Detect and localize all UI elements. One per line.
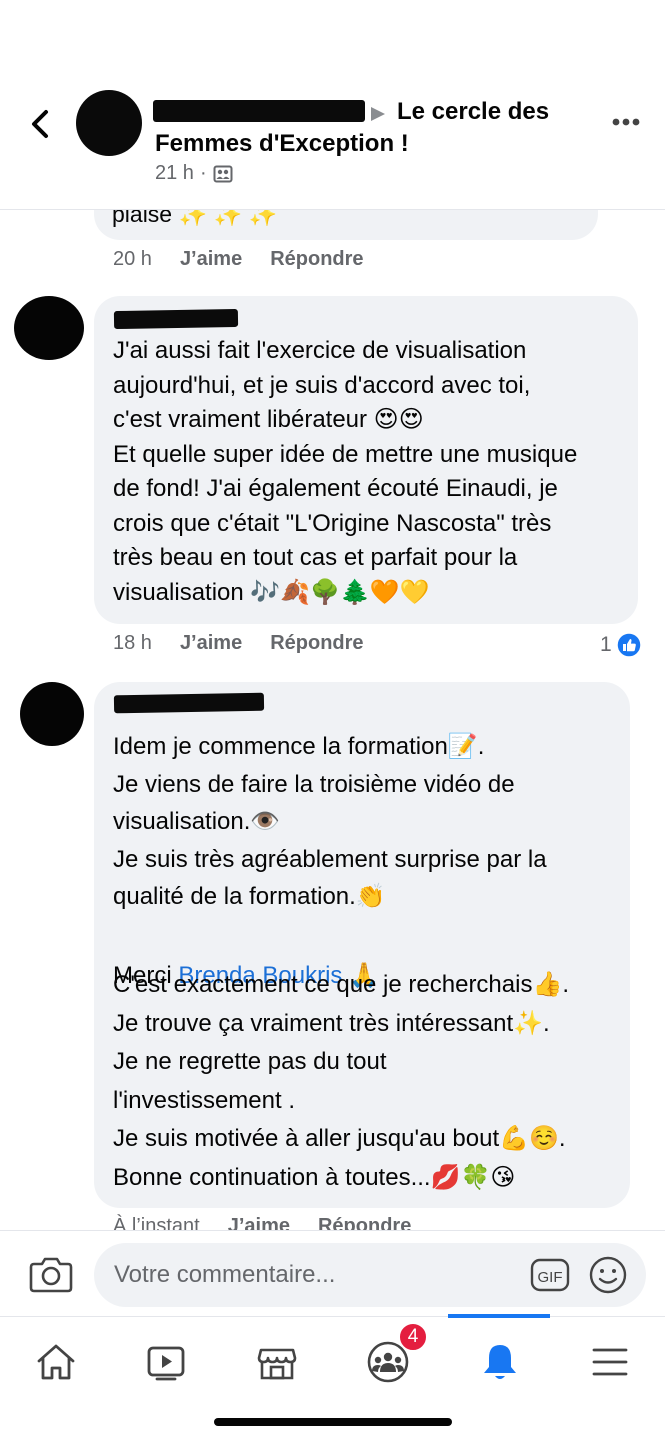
reply-button[interactable]: Répondre xyxy=(318,1215,411,1230)
comment-actions: 20 h J’aime Répondre xyxy=(113,248,364,271)
gif-icon[interactable]: GIF xyxy=(530,1257,570,1293)
post-header: Le cercle des Femmes d'Exception ! 21 h … xyxy=(0,0,665,210)
nav-notifications[interactable] xyxy=(460,1329,540,1395)
group-name-link[interactable]: Le cercle des Femmes d'Exception ! xyxy=(155,96,605,160)
author-avatar[interactable] xyxy=(76,90,142,156)
nav-video[interactable] xyxy=(126,1329,206,1395)
comment-text-part2: C'est exactement ce que je recherchais👍.… xyxy=(113,971,570,1191)
reaction-count: 1 xyxy=(600,633,612,656)
nav-home[interactable] xyxy=(16,1329,96,1395)
reaction-summary[interactable]: 1 xyxy=(600,632,642,658)
comment-time[interactable]: À l’instant xyxy=(113,1215,200,1230)
comment-text: plaise ✨ ✨ ✨ xyxy=(112,210,278,227)
commenter-name-redacted[interactable] xyxy=(113,308,239,330)
comment-time[interactable]: 20 h xyxy=(113,248,152,271)
marketplace-icon xyxy=(257,1348,297,1380)
video-icon xyxy=(147,1346,185,1381)
group-audience-icon xyxy=(213,165,233,182)
camera-icon[interactable] xyxy=(28,1253,74,1295)
comment-text: J'ai aussi fait l'exercice de visualisat… xyxy=(113,337,578,606)
reply-button[interactable]: Répondre xyxy=(270,248,363,271)
comment-actions: À l’instant J’aime Répondre xyxy=(113,1215,411,1230)
active-tab-indicator xyxy=(448,1314,550,1318)
menu-icon xyxy=(592,1348,628,1376)
gif-label: GIF xyxy=(538,1269,563,1286)
group-name-line2[interactable]: Femmes d'Exception ! xyxy=(155,130,409,157)
comments-list: plaise ✨ ✨ ✨ 20 h J’aime Répondre J'ai a… xyxy=(0,210,665,1230)
commenter-name-redacted[interactable] xyxy=(113,692,265,714)
comment-time[interactable]: 18 h xyxy=(113,632,152,655)
emoji-icon[interactable] xyxy=(588,1255,628,1295)
home-indicator[interactable] xyxy=(214,1418,452,1426)
like-button[interactable]: J’aime xyxy=(180,248,242,271)
nav-marketplace[interactable] xyxy=(237,1329,317,1395)
like-button[interactable]: J’aime xyxy=(228,1215,290,1230)
post-meta: 21 h · xyxy=(155,162,233,185)
thumbs-up-icon xyxy=(615,632,642,658)
post-time[interactable]: 21 h xyxy=(155,162,194,185)
group-name-line1[interactable]: Le cercle des xyxy=(155,96,605,128)
meta-separator: · xyxy=(199,162,207,184)
home-icon xyxy=(37,1344,75,1380)
comment-actions: 18 h J’aime Répondre xyxy=(113,632,364,655)
groups-notification-badge: 4 xyxy=(398,1322,428,1352)
comment-text-part1: Idem je commence la formation📝. Je viens… xyxy=(113,733,547,910)
commenter-avatar[interactable] xyxy=(14,296,84,360)
more-dots-icon[interactable] xyxy=(606,110,646,134)
notifications-icon xyxy=(484,1345,516,1379)
commenter-avatar[interactable] xyxy=(20,682,84,746)
nav-menu[interactable] xyxy=(570,1329,650,1395)
like-button[interactable]: J’aime xyxy=(180,632,242,655)
back-chevron-icon[interactable] xyxy=(22,104,58,144)
reply-button[interactable]: Répondre xyxy=(270,632,363,655)
comment-composer: GIF xyxy=(0,1230,665,1316)
